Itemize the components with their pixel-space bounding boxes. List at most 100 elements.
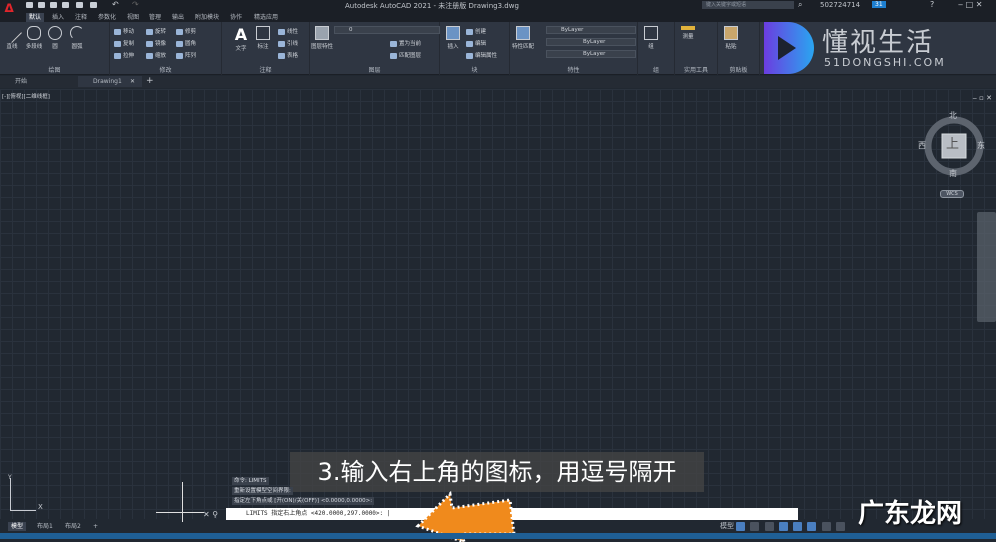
open-icon[interactable] xyxy=(38,2,45,8)
annotation-scale-icon[interactable] xyxy=(807,521,817,531)
save-icon[interactable] xyxy=(50,2,57,8)
tab-insert[interactable]: 插入 xyxy=(49,13,67,22)
save-as-icon[interactable] xyxy=(62,2,69,8)
tool-match-layer[interactable]: 匹配图层 xyxy=(390,51,421,59)
polar-icon[interactable] xyxy=(778,521,788,531)
redo-icon[interactable]: ↷ xyxy=(132,0,139,9)
color-dropdown[interactable]: ByLayer xyxy=(546,26,636,34)
watermark-url: 51DONGSHI.COM xyxy=(824,56,946,69)
search-input[interactable]: 键入关键字或短语 xyxy=(702,1,794,9)
panel-title[interactable]: 绘图 xyxy=(0,65,109,74)
user-name[interactable]: 502724714 xyxy=(820,1,860,9)
panel-modify: 移动 旋转 修剪 复制 镜像 圆角 拉伸 缩放 阵列 修改 xyxy=(110,22,222,75)
lineweight-dropdown[interactable]: ByLayer xyxy=(546,50,636,58)
search-icon[interactable]: ⌕ xyxy=(798,0,802,10)
tool-leader[interactable]: 引线 xyxy=(278,39,298,47)
tool-scale[interactable]: 缩放 xyxy=(146,51,166,59)
ucs-x-axis xyxy=(10,510,36,511)
command-close-icon[interactable]: ✕ ⚲ xyxy=(203,510,218,519)
tab-output[interactable]: 输出 xyxy=(169,13,187,22)
panel-title[interactable]: 块 xyxy=(440,65,509,74)
workspace-gear-icon[interactable] xyxy=(821,521,831,531)
panel-title[interactable]: 组 xyxy=(638,65,674,74)
undo-icon[interactable]: ↶ xyxy=(112,0,119,9)
tool-arc[interactable]: 圆弧 xyxy=(66,26,88,50)
tool-fillet[interactable]: 圆角 xyxy=(176,39,196,47)
plot-icon[interactable] xyxy=(76,2,83,8)
tool-rotate[interactable]: 旋转 xyxy=(146,27,166,35)
close-tab-icon[interactable]: ✕ xyxy=(130,78,135,85)
customize-menu-icon[interactable] xyxy=(835,521,845,531)
tab-default[interactable]: 默认 xyxy=(26,13,45,22)
grid-icon[interactable] xyxy=(736,521,746,531)
tool-set-current[interactable]: 置为当前 xyxy=(390,39,421,47)
wcs-menu[interactable]: WCS xyxy=(940,190,964,198)
tab-parametric[interactable]: 参数化 xyxy=(95,13,119,22)
panel-title[interactable]: 注释 xyxy=(222,65,309,74)
layout-tab-layout2[interactable]: 布局2 xyxy=(62,522,84,531)
model-space-button[interactable]: 模型 xyxy=(720,522,734,530)
tool-create-block[interactable]: 创建 xyxy=(466,27,486,35)
navigation-bar[interactable] xyxy=(977,212,996,322)
tool-line[interactable]: 直线 xyxy=(1,23,23,50)
layout-tab-model[interactable]: 模型 xyxy=(8,522,27,531)
help-icon[interactable]: ? xyxy=(930,0,934,9)
notification-badge[interactable]: 31 xyxy=(872,1,886,8)
ucs-x-label: X xyxy=(38,503,43,511)
tab-collaborate[interactable]: 协作 xyxy=(227,13,245,22)
panel-block: 插入 创建 编辑 编辑属性 块 xyxy=(440,22,510,75)
tool-group[interactable]: 组 xyxy=(640,26,662,50)
tab-featured-apps[interactable]: 精选应用 xyxy=(251,13,281,22)
panel-title[interactable]: 特性 xyxy=(510,65,637,74)
tab-manage[interactable]: 管理 xyxy=(146,13,164,22)
tab-addins[interactable]: 附加模块 xyxy=(192,13,222,22)
tool-circle[interactable]: 圆 xyxy=(44,26,66,50)
layout-tab-layout1[interactable]: 布局1 xyxy=(34,522,56,531)
tool-table[interactable]: 表格 xyxy=(278,51,298,59)
ortho-icon[interactable] xyxy=(764,521,774,531)
tool-stretch[interactable]: 拉伸 xyxy=(114,51,134,59)
new-tab-icon[interactable]: + xyxy=(146,76,154,86)
tab-annotate[interactable]: 注释 xyxy=(72,13,90,22)
viewport-label[interactable]: [-][俯视][二维线框] xyxy=(2,92,50,100)
layout-tab-add[interactable]: + xyxy=(90,522,101,531)
tool-edit-block[interactable]: 编辑 xyxy=(466,39,486,47)
snap-icon[interactable] xyxy=(750,521,760,531)
linetype-dropdown[interactable]: ByLayer xyxy=(546,38,636,46)
panel-title[interactable]: 实用工具 xyxy=(675,65,717,74)
tool-move[interactable]: 移动 xyxy=(114,27,134,35)
tool-paste[interactable]: 粘贴 xyxy=(720,26,742,50)
panel-title[interactable]: 剪贴板 xyxy=(718,65,759,74)
tool-layer-properties[interactable]: 图层特性 xyxy=(311,26,333,50)
panel-title[interactable]: 图层 xyxy=(310,65,439,74)
tool-copy[interactable]: 复制 xyxy=(114,39,134,47)
file-tab-start[interactable]: 开始 xyxy=(0,76,72,87)
osnap-icon[interactable] xyxy=(793,521,803,531)
tool-dimension[interactable]: 标注 xyxy=(252,26,274,50)
tool-match-properties[interactable]: 特性匹配 xyxy=(512,26,534,50)
compass-west[interactable]: 西 xyxy=(918,140,926,151)
tool-text[interactable]: A 文字 xyxy=(230,25,252,52)
bottom-strip xyxy=(0,533,996,539)
new-icon[interactable] xyxy=(26,2,33,8)
compass-east[interactable]: 东 xyxy=(977,140,985,151)
tool-polyline[interactable]: 多段线 xyxy=(23,26,45,50)
viewcube-top[interactable]: 上 xyxy=(946,133,959,152)
print-icon[interactable] xyxy=(90,2,97,8)
panel-clipboard: 粘贴 剪贴板 xyxy=(718,22,760,75)
viewport-controls[interactable]: ‒ ▫ ✕ xyxy=(972,94,992,102)
tool-linear[interactable]: 线性 xyxy=(278,27,298,35)
layer-dropdown[interactable]: 0 xyxy=(334,26,440,34)
panel-title[interactable]: 修改 xyxy=(110,65,221,74)
tool-edit-attributes[interactable]: 编辑属性 xyxy=(466,51,497,59)
tab-view[interactable]: 视图 xyxy=(124,13,142,22)
tool-mirror[interactable]: 镜像 xyxy=(146,39,166,47)
compass-north[interactable]: 北 xyxy=(949,110,957,121)
window-controls[interactable]: ‒ □ ✕ xyxy=(958,0,982,9)
tool-trim[interactable]: 修剪 xyxy=(176,27,196,35)
tool-insert[interactable]: 插入 xyxy=(442,26,464,50)
tool-array[interactable]: 阵列 xyxy=(176,51,196,59)
tool-measure[interactable]: 测量 xyxy=(677,26,699,40)
command-history-line: 命令: LIMITS xyxy=(232,477,269,485)
compass-south[interactable]: 南 xyxy=(949,168,957,179)
